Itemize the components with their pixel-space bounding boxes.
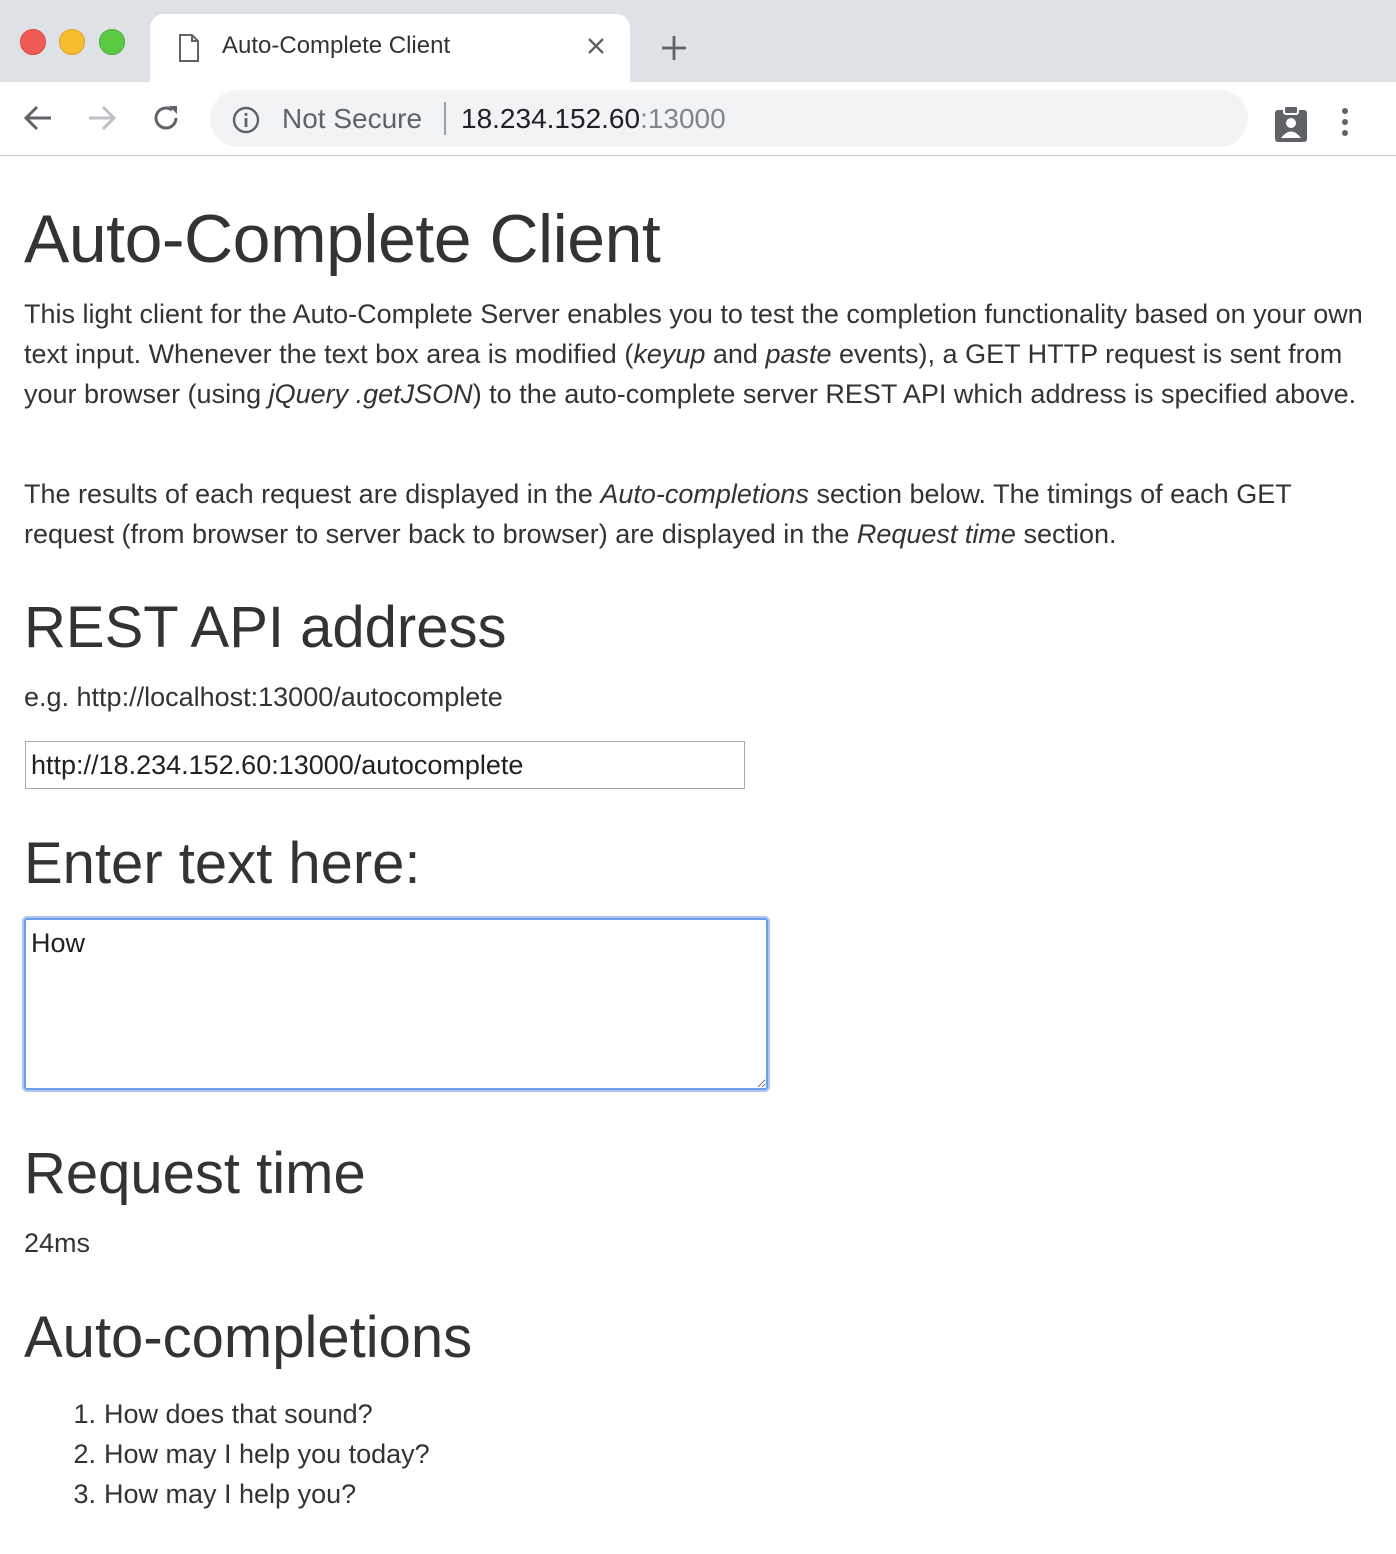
page-title: Auto-Complete Client [24, 201, 661, 277]
emphasis-text: keyup [633, 339, 706, 369]
forward-arrow-icon[interactable] [82, 98, 122, 138]
new-tab-icon[interactable] [654, 28, 694, 68]
text-input-area[interactable]: How [24, 918, 768, 1090]
close-window-button[interactable] [20, 29, 46, 55]
more-menu-icon[interactable] [1340, 107, 1350, 142]
intro-paragraph-1: This light client for the Auto-Complete … [24, 294, 1372, 414]
auto-completions-list: 1. How does that sound? 2. How may I help … [24, 1394, 430, 1514]
list-item: 1. How does that sound? [24, 1394, 430, 1434]
emphasis-text: paste [765, 339, 832, 369]
list-item: 3. How may I help you? [24, 1474, 430, 1514]
emphasis-text: Auto-completions [600, 479, 809, 509]
list-item: 2. How may I help you today? [24, 1434, 430, 1474]
url-port: :13000 [640, 103, 726, 134]
url-text: 18.234.152.60:13000 [461, 103, 726, 135]
rest-api-heading: REST API address [24, 595, 507, 660]
request-time-value: 24ms [24, 1228, 91, 1258]
tab-title: Auto-Complete Client [222, 32, 451, 59]
document-icon [178, 34, 200, 67]
request-time-heading: Request time [24, 1141, 366, 1206]
list-item-text: How may I help you today? [104, 1439, 430, 1469]
rest-api-address-input[interactable] [25, 741, 745, 789]
auto-completions-heading: Auto-completions [24, 1305, 473, 1370]
list-item-text: How may I help you? [104, 1479, 357, 1509]
paragraph-text: section. [1015, 519, 1117, 549]
maximize-window-button[interactable] [99, 29, 125, 55]
paragraph-text: and [705, 339, 766, 369]
address-bar[interactable]: Not Secure 18.234.152.60:13000 [210, 90, 1248, 147]
browser-titlebar: Auto-Complete Client [0, 0, 1396, 82]
emphasis-text: Request time [856, 519, 1016, 549]
browser-tab[interactable]: Auto-Complete Client [150, 14, 630, 82]
security-label: Not Secure [282, 103, 423, 134]
reload-icon[interactable] [146, 98, 186, 138]
back-arrow-icon[interactable] [18, 98, 58, 138]
browser-toolbar: Not Secure 18.234.152.60:13000 [0, 82, 1396, 156]
list-item-text: How does that sound? [104, 1399, 373, 1429]
info-icon[interactable] [232, 106, 260, 139]
close-tab-icon[interactable] [580, 30, 612, 62]
enter-text-heading: Enter text here: [24, 831, 421, 896]
rest-api-example: e.g. http://localhost:13000/autocomplete [24, 682, 503, 712]
emphasis-text: jQuery .getJSON [268, 379, 473, 409]
paragraph-text: ) to the auto-complete server REST API w… [472, 379, 1357, 409]
paragraph-text: The results of each request are displaye… [24, 479, 601, 509]
list-item-number: 1. [73, 1399, 96, 1429]
intro-paragraph-2: The results of each request are displaye… [24, 474, 1372, 554]
list-item-number: 3. [73, 1479, 96, 1509]
clipboard-account-icon[interactable] [1274, 105, 1308, 148]
address-separator [444, 102, 446, 135]
list-item-number: 2. [73, 1439, 96, 1469]
url-host: 18.234.152.60 [461, 103, 641, 134]
minimize-window-button[interactable] [59, 29, 85, 55]
